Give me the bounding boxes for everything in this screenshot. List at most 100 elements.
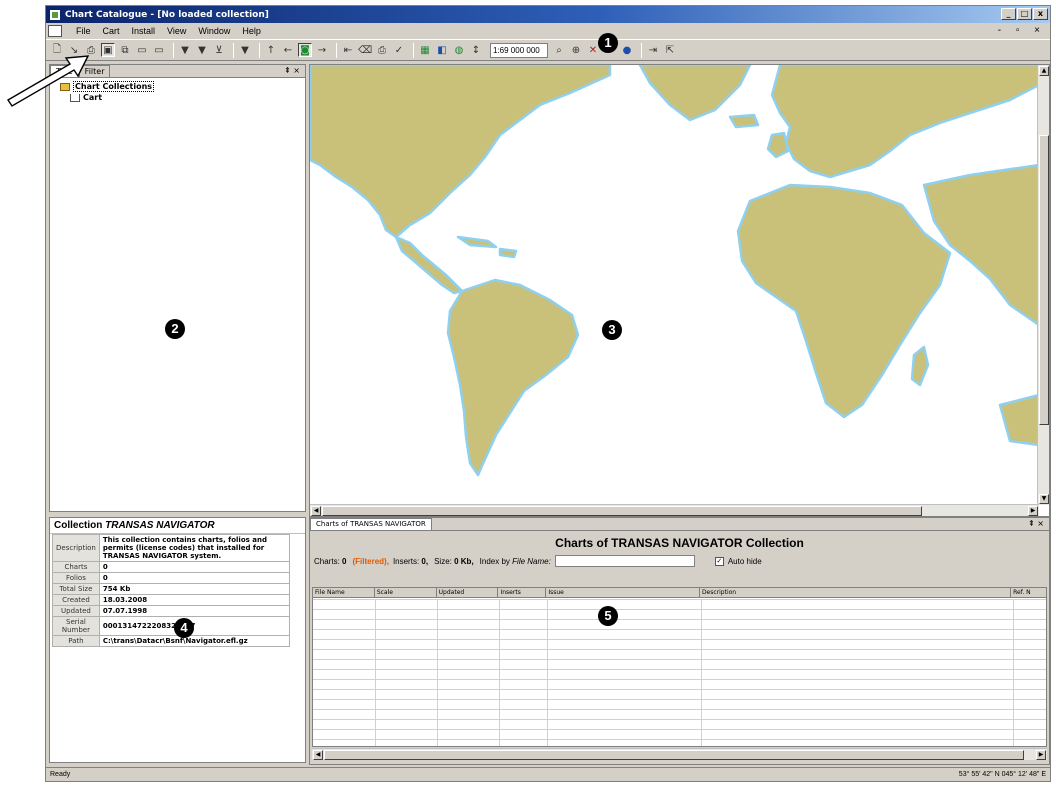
pointer-arrow-icon [7,55,90,107]
tree-panel: Tree Filter ⇞ × Chart Collections Cart 2 [49,64,306,512]
panel-pin-icon[interactable]: ⇞ × [284,66,300,75]
scroll-thumb[interactable] [324,750,1024,760]
column-file-name[interactable]: File Name [313,588,375,597]
cursor-coordinates: 53° 55' 42" N 045° 12' 48" E [958,771,1046,778]
property-value: This collection contains charts, folios … [98,534,291,562]
property-key: Charts [52,561,100,573]
grid-line [375,599,376,746]
scale-field[interactable]: 1:69 000 000 [490,42,548,58]
column-ref-n[interactable]: Ref. N [1011,588,1046,597]
grid-line [499,599,500,746]
property-value: 0 [98,572,291,584]
page2-icon[interactable]: ▭ [152,43,166,57]
map-icon[interactable]: ◙ [298,43,312,57]
filter2-icon[interactable]: ▼ [195,43,209,57]
world-icon[interactable]: ● [620,43,634,57]
zoom-in-icon[interactable]: ⊕ [569,43,583,57]
property-row: Folios 0 [52,572,291,584]
title-bar: Chart Catalogue - [No loaded collection]… [46,6,1050,23]
delete-icon[interactable]: ⌫ [358,43,372,57]
menu-help[interactable]: Help [236,26,267,36]
app-icon [49,8,61,21]
toolbar-separator [233,42,234,58]
map-vertical-scrollbar[interactable]: ▲ ▼ [1037,65,1049,505]
property-key: Path [52,635,100,647]
scroll-thumb[interactable] [322,506,922,516]
scroll-right-arrow-icon[interactable]: ▶ [1036,750,1046,760]
world-map[interactable] [310,65,1039,506]
grid-icon[interactable]: ▦ [418,43,432,57]
filtered-link[interactable]: (Filtered), [352,557,388,566]
check-icon[interactable]: ✓ [392,43,406,57]
globe-icon[interactable]: ◍ [452,43,466,57]
collection-icon[interactable]: ▣ [101,43,115,57]
export-icon[interactable]: ⇥ [646,43,660,57]
property-row: Created 18.03.2008 [52,594,291,606]
filter-icon[interactable]: ▼ [178,43,192,57]
tab-charts-collection[interactable]: Charts of TRANSAS NAVIGATOR [310,518,432,530]
filter3-icon[interactable]: ▼ [238,43,252,57]
charts-table[interactable]: File Name Scale Updated Inserts Issue De… [312,587,1047,747]
page-icon[interactable]: ▭ [135,43,149,57]
menu-file[interactable]: File [70,26,97,36]
chart-map-view[interactable]: 3 ▲ ▼ ◀ ▶ [309,64,1050,517]
grid-line [1013,599,1014,746]
property-value: C:\trans\Datacr\Bsnf\Navigator.efl.gz [98,635,291,647]
property-key: Folios [52,572,100,584]
charts-horizontal-scrollbar[interactable]: ◀ ▶ [312,748,1047,760]
scroll-left-arrow-icon[interactable]: ◀ [311,506,321,516]
arrow-left-icon[interactable]: ⇤ [341,43,355,57]
column-updated[interactable]: Updated [437,588,499,597]
menu-view[interactable]: View [161,26,192,36]
toolbar-separator [413,42,414,58]
column-inserts[interactable]: Inserts [498,588,547,597]
zoom-icon[interactable]: ⌕ [552,43,566,57]
window-controls: _ □ x [1001,8,1048,20]
inserts-count: 0, [421,556,429,566]
document-icon[interactable] [48,25,62,37]
size-value: 0 Kb, [454,556,474,566]
scroll-right-arrow-icon[interactable]: ▶ [1028,506,1038,516]
scroll-left-arrow-icon[interactable]: ◀ [313,750,323,760]
toolbar: 🗋 ↘ ⎙ ▣ ⧉ ▭ ▭ ▼ ▼ ⊻ ▼ ↑ ← ◙ → ⇤ ⌫ ⎙ ✓ ▦ … [46,39,1050,61]
scroll-thumb[interactable] [1039,135,1049,425]
menu-bar: File Cart Install View Window Help - ▫ × [46,23,1050,39]
toolbar-separator [336,42,337,58]
panel-pin-icon[interactable]: ⇞ × [1028,519,1044,528]
exit-icon[interactable]: ⇱ [663,43,677,57]
index-label: Index by [479,556,510,566]
column-scale[interactable]: Scale [375,588,437,597]
callout-5: 5 [598,606,618,626]
scroll-down-arrow-icon[interactable]: ▼ [1039,494,1049,504]
print2-icon[interactable]: ⎙ [375,43,389,57]
property-value: 18.03.2008 [98,594,291,606]
uk [766,131,790,159]
property-key: Serial Number [52,616,100,636]
menu-cart[interactable]: Cart [97,26,126,36]
layers-icon[interactable]: ◧ [435,43,449,57]
filter-add-icon[interactable]: ⊻ [212,43,226,57]
property-value: 07.07.1998 [98,605,291,617]
collection-title: Collection TRANSAS NAVIGATOR [50,518,305,534]
column-issue[interactable]: Issue [546,588,700,597]
minimize-button[interactable]: _ [1001,8,1016,20]
charts-table-header: File Name Scale Updated Inserts Issue De… [313,588,1046,598]
copy-icon[interactable]: ⧉ [118,43,132,57]
maximize-button[interactable]: □ [1017,8,1032,20]
left-icon[interactable]: ← [281,43,295,57]
menu-window[interactable]: Window [192,26,236,36]
column-description[interactable]: Description [700,588,1012,597]
up-icon[interactable]: ↑ [264,43,278,57]
index-search-input[interactable] [554,555,695,567]
mdi-controls[interactable]: - ▫ × [998,25,1046,36]
map-horizontal-scrollbar[interactable]: ◀ ▶ [310,504,1039,516]
charts-count-label: Charts: [314,556,340,566]
scale-icon[interactable]: ↕ [469,43,483,57]
charts-panel-title: Charts of TRANSAS NAVIGATOR Collection [555,536,804,550]
property-value: 0001314722208321787 [98,616,291,636]
scroll-up-arrow-icon[interactable]: ▲ [1039,66,1049,76]
right-icon[interactable]: → [315,43,329,57]
close-button[interactable]: x [1033,8,1048,20]
auto-hide-checkbox[interactable]: ✓ [714,556,724,566]
menu-install[interactable]: Install [126,26,162,36]
